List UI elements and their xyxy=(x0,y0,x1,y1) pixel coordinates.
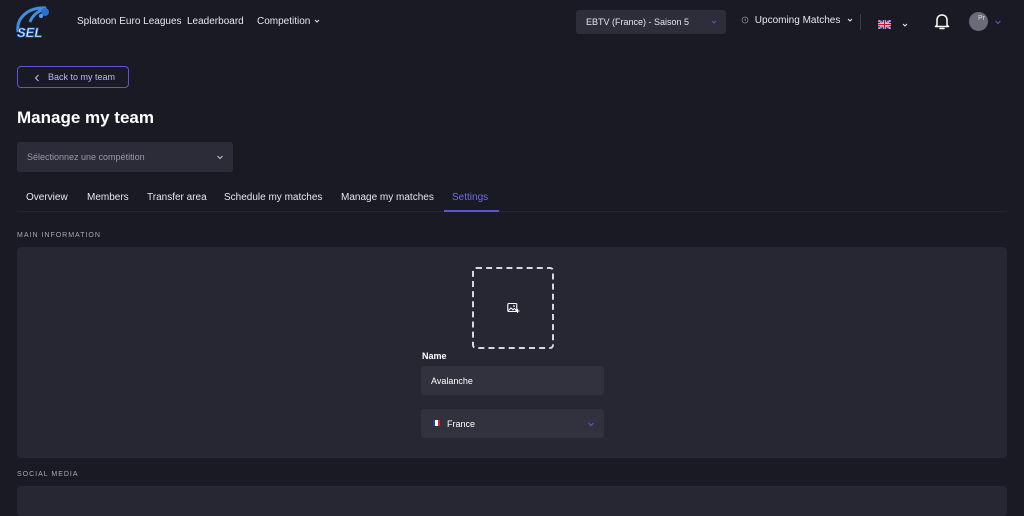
season-select[interactable]: EBTV (France) - Saison 5 xyxy=(576,10,726,34)
top-navigation-bar: SEL Splatoon Euro Leagues Leaderboard Co… xyxy=(0,0,1024,44)
chevron-down-icon xyxy=(847,18,853,23)
back-button-label: Back to my team xyxy=(48,72,116,82)
logo-text: SEL xyxy=(17,25,42,40)
language-selector[interactable] xyxy=(877,16,909,34)
tab-settings[interactable]: Settings xyxy=(452,192,488,203)
tab-overview[interactable]: Overview xyxy=(26,192,68,203)
uk-flag-icon xyxy=(877,19,892,30)
avatar-text: Pr xyxy=(978,15,985,22)
nav-competition[interactable]: Competition xyxy=(257,16,321,27)
country-select-value: France xyxy=(447,419,476,429)
team-name-input[interactable] xyxy=(421,366,604,395)
clock-icon xyxy=(741,16,749,24)
nav-leaderboard[interactable]: Leaderboard xyxy=(187,16,244,27)
chevron-down-icon xyxy=(588,422,594,427)
chevron-down-icon xyxy=(711,20,717,24)
chevron-left-icon xyxy=(34,74,39,82)
competition-select-placeholder: Sélectionnez une compétition xyxy=(27,152,145,162)
tabs-divider xyxy=(17,211,1007,212)
page-title: Manage my team xyxy=(17,108,154,127)
tab-schedule-my-matches[interactable]: Schedule my matches xyxy=(224,192,322,203)
active-tab-indicator xyxy=(444,210,499,212)
team-tabs: Overview Members Transfer area Schedule … xyxy=(17,186,1007,212)
avatar[interactable]: Pr xyxy=(969,12,988,31)
chevron-down-icon xyxy=(314,20,320,24)
tab-members[interactable]: Members xyxy=(87,192,129,203)
upcoming-matches-button[interactable]: Upcoming Matches xyxy=(741,15,854,26)
chevron-down-icon xyxy=(217,155,223,160)
image-add-icon xyxy=(507,302,520,313)
social-media-heading: SOCIAL MEDIA xyxy=(17,471,79,478)
france-flag-icon xyxy=(433,420,440,426)
upcoming-matches-label: Upcoming Matches xyxy=(754,15,841,26)
tab-transfer-area[interactable]: Transfer area xyxy=(147,192,207,203)
avatar-menu-chevron-icon[interactable] xyxy=(994,18,1002,26)
bell-icon xyxy=(934,14,950,30)
nav-competition-label: Competition xyxy=(257,16,311,27)
competition-select[interactable]: Sélectionnez une compétition xyxy=(17,142,233,172)
chevron-down-icon xyxy=(903,23,908,27)
season-select-value: EBTV (France) - Saison 5 xyxy=(586,17,690,27)
name-label: Name xyxy=(422,351,447,361)
social-media-panel xyxy=(17,486,1007,516)
team-logo-upload[interactable] xyxy=(472,267,554,349)
notifications-button[interactable] xyxy=(933,12,951,36)
back-to-my-team-button[interactable]: Back to my team xyxy=(17,66,129,88)
main-information-heading: MAIN INFORMATION xyxy=(17,232,101,239)
divider xyxy=(860,14,861,30)
tab-manage-my-matches[interactable]: Manage my matches xyxy=(341,192,434,203)
sel-logo[interactable]: SEL xyxy=(12,4,58,40)
nav-splatoon-euro-leagues[interactable]: Splatoon Euro Leagues xyxy=(77,16,182,27)
country-select[interactable]: France xyxy=(421,409,604,438)
